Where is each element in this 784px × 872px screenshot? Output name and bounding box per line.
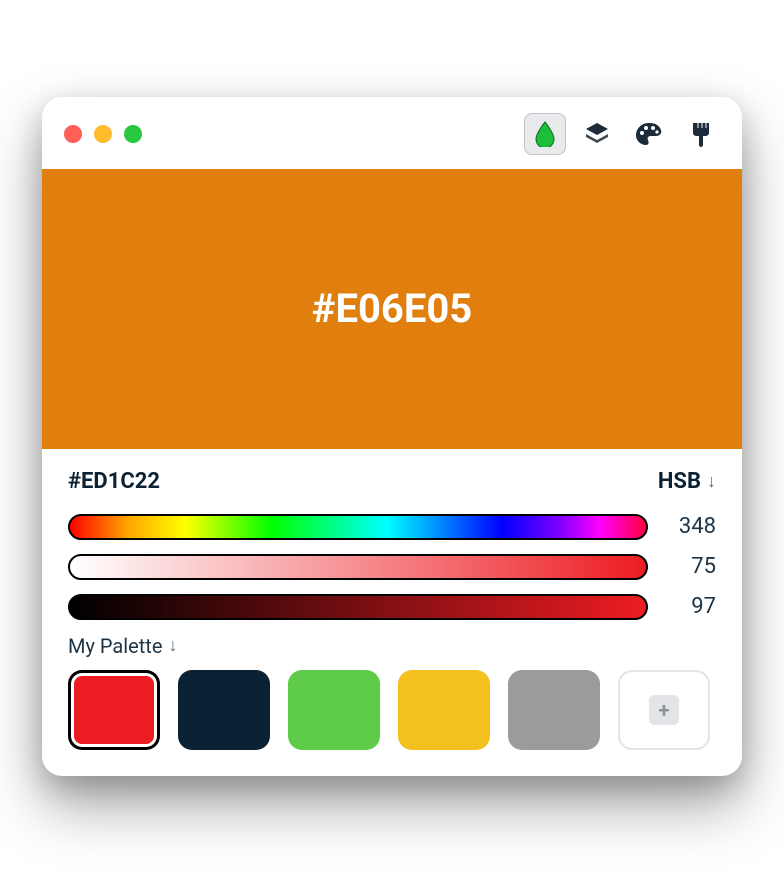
hue-slider-row: 348	[68, 514, 716, 540]
saturation-slider-row: 75	[68, 554, 716, 580]
palette-icon	[635, 121, 663, 147]
close-window-button[interactable]	[64, 125, 82, 143]
add-swatch-button[interactable]: +	[618, 670, 710, 750]
window-controls	[64, 125, 142, 143]
brightness-slider-row: 97	[68, 594, 716, 620]
palette-swatch[interactable]	[398, 670, 490, 750]
plus-icon: +	[649, 695, 679, 725]
color-mode-selector[interactable]: HSB ↓	[658, 469, 716, 494]
saturation-slider[interactable]	[68, 554, 648, 580]
palette-swatch[interactable]	[288, 670, 380, 750]
eyedropper-tool-button[interactable]	[524, 113, 566, 155]
brightness-slider[interactable]	[68, 594, 648, 620]
layers-tool-button[interactable]	[576, 113, 618, 155]
layers-icon	[584, 121, 610, 147]
controls-panel: #ED1C22 HSB ↓ 348 75 97 My Palette ↓	[42, 449, 742, 776]
brightness-value: 97	[670, 594, 716, 619]
minimize-window-button[interactable]	[94, 125, 112, 143]
palette-swatch[interactable]	[68, 670, 160, 750]
chevron-down-icon: ↓	[168, 635, 177, 656]
palette-name-label: My Palette	[68, 634, 162, 658]
palette-tool-button[interactable]	[628, 113, 670, 155]
brush-icon	[689, 121, 713, 147]
color-preview: #E06E05	[42, 169, 742, 449]
current-hex-value[interactable]: #ED1C22	[68, 469, 160, 494]
palette-selector[interactable]: My Palette ↓	[68, 634, 716, 658]
chevron-down-icon: ↓	[707, 471, 716, 492]
color-mode-label: HSB	[658, 469, 701, 494]
palette-swatch[interactable]	[178, 670, 270, 750]
toolbar	[524, 113, 722, 155]
hue-slider[interactable]	[68, 514, 648, 540]
preview-hex-label: #E06E05	[312, 285, 473, 332]
drop-icon	[534, 121, 556, 147]
hex-mode-row: #ED1C22 HSB ↓	[68, 469, 716, 494]
zoom-window-button[interactable]	[124, 125, 142, 143]
saturation-value: 75	[670, 554, 716, 579]
palette-swatch[interactable]	[508, 670, 600, 750]
titlebar	[42, 97, 742, 169]
brush-tool-button[interactable]	[680, 113, 722, 155]
palette-swatches: +	[68, 670, 716, 750]
hue-value: 348	[670, 514, 716, 539]
color-picker-window: #E06E05 #ED1C22 HSB ↓ 348 75 97 My Palet…	[42, 97, 742, 776]
